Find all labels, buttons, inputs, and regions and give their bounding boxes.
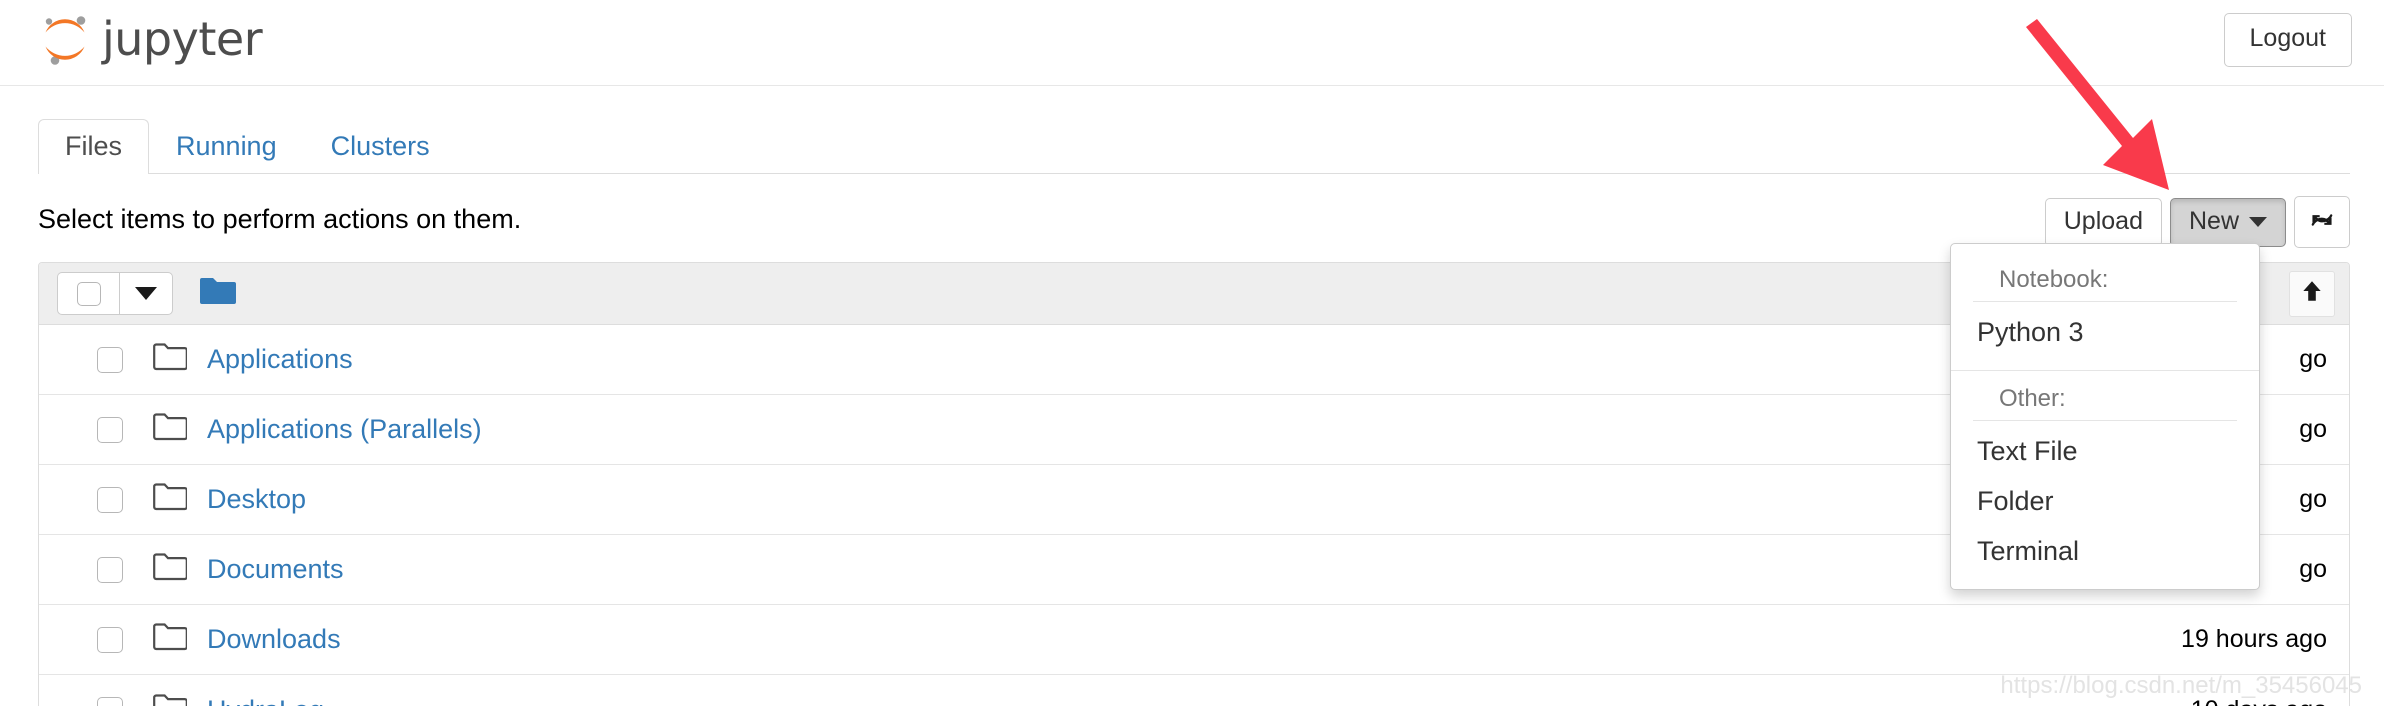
- tab-files[interactable]: Files: [38, 119, 150, 174]
- file-name-link[interactable]: Applications (Parallels): [207, 414, 482, 445]
- refresh-icon: [2308, 212, 2336, 240]
- row-checkbox[interactable]: [97, 626, 123, 653]
- tab-running[interactable]: Running: [149, 119, 304, 174]
- upload-button[interactable]: Upload: [2044, 197, 2162, 247]
- new-button[interactable]: New: [2169, 197, 2286, 247]
- checkbox-icon: [76, 281, 101, 306]
- logout-button[interactable]: Logout: [2223, 13, 2352, 67]
- folder-icon: [153, 693, 188, 706]
- file-modified-time: go: [2299, 555, 2327, 583]
- row-checkbox[interactable]: [97, 486, 123, 513]
- select-items-hint: Select items to perform actions on them.: [38, 204, 522, 234]
- jupyter-file-browser-page: jupyter Logout Files Running Clusters Se…: [0, 0, 2384, 706]
- folder-icon: [153, 483, 188, 516]
- row-checkbox[interactable]: [97, 697, 123, 706]
- folder-icon: [153, 553, 188, 586]
- dropdown-item-terminal[interactable]: Terminal: [1951, 527, 2259, 577]
- folder-icon[interactable]: [199, 276, 237, 311]
- select-all-group: [57, 272, 173, 315]
- dropdown-divider: [1951, 370, 2259, 371]
- tab-clusters[interactable]: Clusters: [304, 119, 457, 174]
- dropdown-item-folder[interactable]: Folder: [1951, 477, 2259, 527]
- file-modified-time: go: [2299, 415, 2327, 443]
- brand[interactable]: jupyter: [38, 10, 263, 68]
- sort-order-button[interactable]: [2289, 270, 2335, 317]
- tab-bar: Files Running Clusters: [38, 119, 2350, 174]
- chevron-down-icon: [2249, 216, 2267, 227]
- watermark-text: https://blog.csdn.net/m_35456045: [2000, 672, 2362, 699]
- brand-text: jupyter: [102, 12, 263, 66]
- file-modified-time: go: [2299, 345, 2327, 373]
- folder-icon: [153, 623, 188, 656]
- file-name-link[interactable]: Documents: [207, 554, 344, 585]
- top-navbar: jupyter Logout: [0, 0, 2384, 86]
- new-dropdown-menu: Notebook: Python 3 Other: Text File Fold…: [1950, 243, 2260, 590]
- table-row[interactable]: Downloads 19 hours ago: [39, 605, 2349, 675]
- file-modified-time: go: [2299, 485, 2327, 513]
- dropdown-item-python-3[interactable]: Python 3: [1951, 308, 2259, 358]
- dropdown-section-other-header: Other:: [1973, 375, 2237, 421]
- file-name-link[interactable]: Applications: [207, 344, 353, 375]
- folder-icon: [153, 343, 188, 376]
- select-all-dropdown-button[interactable]: [119, 272, 173, 315]
- file-name-link[interactable]: Downloads: [207, 624, 341, 655]
- folder-icon: [153, 413, 188, 446]
- chevron-down-icon: [135, 287, 157, 300]
- dropdown-item-text-file[interactable]: Text File: [1951, 427, 2259, 477]
- row-checkbox[interactable]: [97, 346, 123, 373]
- refresh-button[interactable]: [2294, 196, 2350, 248]
- new-button-label: New: [2188, 206, 2239, 235]
- jupyter-logo-icon: [38, 10, 92, 68]
- file-name-link[interactable]: Desktop: [207, 484, 306, 515]
- file-name-link[interactable]: HydraLog: [207, 695, 324, 706]
- arrow-up-icon: [2299, 278, 2325, 309]
- file-modified-time: 19 hours ago: [2181, 625, 2327, 653]
- toolbar-buttons: Upload New: [2044, 196, 2350, 248]
- select-all-checkbox[interactable]: [57, 272, 119, 315]
- row-checkbox[interactable]: [97, 416, 123, 443]
- row-checkbox[interactable]: [97, 556, 123, 583]
- dropdown-section-notebook-header: Notebook:: [1973, 256, 2237, 302]
